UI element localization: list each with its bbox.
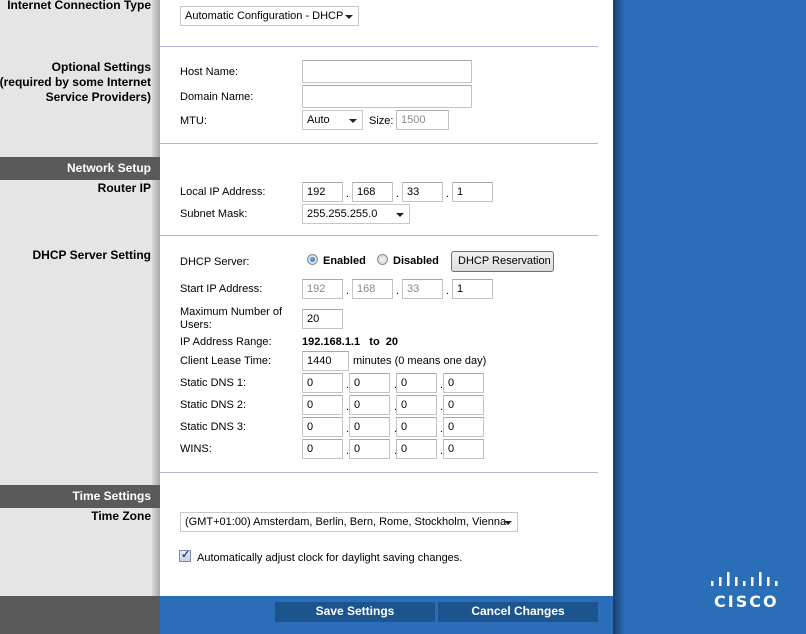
connection-type-value: Automatic Configuration - DHCP	[185, 10, 344, 22]
dns3-octet-2[interactable]	[349, 417, 390, 437]
wins-octet-2[interactable]	[349, 439, 390, 459]
domain-name-label: Domain Name:	[180, 91, 254, 103]
dst-checkbox[interactable]	[179, 548, 191, 562]
host-name-label: Host Name:	[180, 66, 239, 78]
cancel-changes-button[interactable]: Cancel Changes	[438, 602, 598, 622]
wins-label: WINS:	[180, 443, 212, 455]
wins-octet-1[interactable]	[302, 439, 343, 459]
dns2-octet-2[interactable]	[349, 395, 390, 415]
lease-time-input[interactable]	[302, 351, 349, 371]
lease-time-hint: minutes (0 means one day)	[353, 355, 487, 367]
dns3-octet-3[interactable]	[396, 417, 437, 437]
lease-time-label: Client Lease Time:	[180, 355, 272, 367]
start-ip-octet-4[interactable]	[452, 279, 493, 299]
dns1-octet-2[interactable]	[349, 373, 390, 393]
ip-separator: .	[396, 285, 400, 297]
section-internet-connection-type: Internet Connection Type	[7, 0, 151, 12]
local-ip-octet-1[interactable]	[302, 182, 343, 202]
dns1-octet-1[interactable]	[302, 373, 343, 393]
cisco-bridge-icon	[711, 572, 778, 586]
max-users-label-line2: Users:	[180, 319, 212, 331]
max-users-input[interactable]	[302, 309, 343, 329]
chevron-down-icon	[349, 119, 357, 123]
save-settings-button[interactable]: Save Settings	[275, 602, 435, 622]
start-ip-octet-1	[302, 279, 343, 299]
optional-settings-line3: Service Providers)	[45, 90, 151, 104]
host-name-input[interactable]	[302, 60, 472, 83]
dns3-octet-4[interactable]	[443, 417, 484, 437]
subnet-mask-select[interactable]: 255.255.255.0	[302, 204, 410, 224]
section-router-ip: Router IP	[97, 181, 151, 195]
mtu-select[interactable]: Auto	[302, 110, 363, 130]
domain-name-input[interactable]	[302, 85, 472, 108]
dns1-octet-4[interactable]	[443, 373, 484, 393]
chevron-down-icon	[396, 213, 404, 217]
dhcp-disabled-radio[interactable]	[377, 254, 388, 265]
ip-separator: .	[346, 285, 350, 297]
local-ip-octet-2[interactable]	[352, 182, 393, 202]
brand-panel	[625, 0, 806, 634]
footer-left	[0, 596, 160, 634]
optional-settings-line2: (required by some Internet	[0, 75, 151, 89]
dhcp-server-label: DHCP Server:	[180, 256, 250, 268]
local-ip-label: Local IP Address:	[180, 186, 266, 198]
divider	[160, 472, 598, 473]
ip-range-value: 192.168.1.1 to 20	[302, 336, 399, 348]
section-optional-settings: Optional Settings (required by some Inte…	[0, 60, 151, 105]
start-ip-octet-3	[402, 279, 443, 299]
size-label: Size:	[369, 115, 394, 127]
dst-label: Automatically adjust clock for daylight …	[197, 552, 463, 564]
ip-range-label: IP Address Range:	[180, 336, 272, 348]
mtu-value: Auto	[307, 114, 330, 126]
max-users-label: Maximum Number of Users:	[180, 306, 282, 332]
start-ip-label: Start IP Address:	[180, 283, 263, 295]
start-ip-octet-2	[352, 279, 393, 299]
cisco-wordmark: CISCO	[714, 592, 779, 611]
dhcp-enabled-radio[interactable]	[307, 254, 318, 265]
divider	[160, 46, 598, 47]
time-zone-value: (GMT+01:00) Amsterdam, Berlin, Bern, Rom…	[185, 516, 507, 528]
right-shadow	[613, 0, 625, 634]
ip-separator: .	[346, 188, 350, 200]
static-dns2-label: Static DNS 2:	[180, 399, 247, 411]
static-dns3-label: Static DNS 3:	[180, 421, 247, 433]
mtu-label: MTU:	[180, 115, 207, 127]
dhcp-disabled-label: Disabled	[393, 255, 439, 267]
connection-type-select[interactable]: Automatic Configuration - DHCP	[180, 6, 359, 26]
max-users-label-line1: Maximum Number of	[180, 306, 283, 318]
wins-octet-4[interactable]	[443, 439, 484, 459]
subnet-mask-value: 255.255.255.0	[307, 208, 378, 220]
static-dns1-label: Static DNS 1:	[180, 377, 247, 389]
ip-separator: .	[396, 188, 400, 200]
section-dhcp-server-setting: DHCP Server Setting	[32, 248, 151, 262]
optional-settings-line1: Optional Settings	[51, 60, 151, 74]
section-network-setup: Network Setup	[0, 157, 160, 180]
section-time-settings: Time Settings	[0, 485, 160, 508]
dns1-octet-3[interactable]	[396, 373, 437, 393]
divider	[160, 143, 598, 144]
divider	[160, 235, 598, 236]
wins-octet-3[interactable]	[396, 439, 437, 459]
dhcp-reservation-button[interactable]: DHCP Reservation	[451, 251, 554, 272]
chevron-down-icon	[504, 521, 512, 525]
cisco-logo: CISCO	[707, 572, 787, 612]
subnet-mask-label: Subnet Mask:	[180, 208, 248, 220]
dhcp-enabled-label: Enabled	[323, 255, 366, 267]
local-ip-octet-4[interactable]	[452, 182, 493, 202]
section-time-zone: Time Zone	[91, 509, 151, 523]
time-settings-title: Time Settings	[72, 489, 151, 503]
chevron-down-icon	[345, 15, 353, 19]
local-ip-octet-3[interactable]	[402, 182, 443, 202]
dns2-octet-1[interactable]	[302, 395, 343, 415]
dns2-octet-3[interactable]	[396, 395, 437, 415]
dns3-octet-1[interactable]	[302, 417, 343, 437]
ip-separator: .	[446, 188, 450, 200]
mtu-size-input[interactable]	[396, 110, 449, 130]
network-setup-title: Network Setup	[66, 161, 151, 175]
ip-separator: .	[446, 285, 450, 297]
time-zone-select[interactable]: (GMT+01:00) Amsterdam, Berlin, Bern, Rom…	[180, 512, 518, 532]
dns2-octet-4[interactable]	[443, 395, 484, 415]
